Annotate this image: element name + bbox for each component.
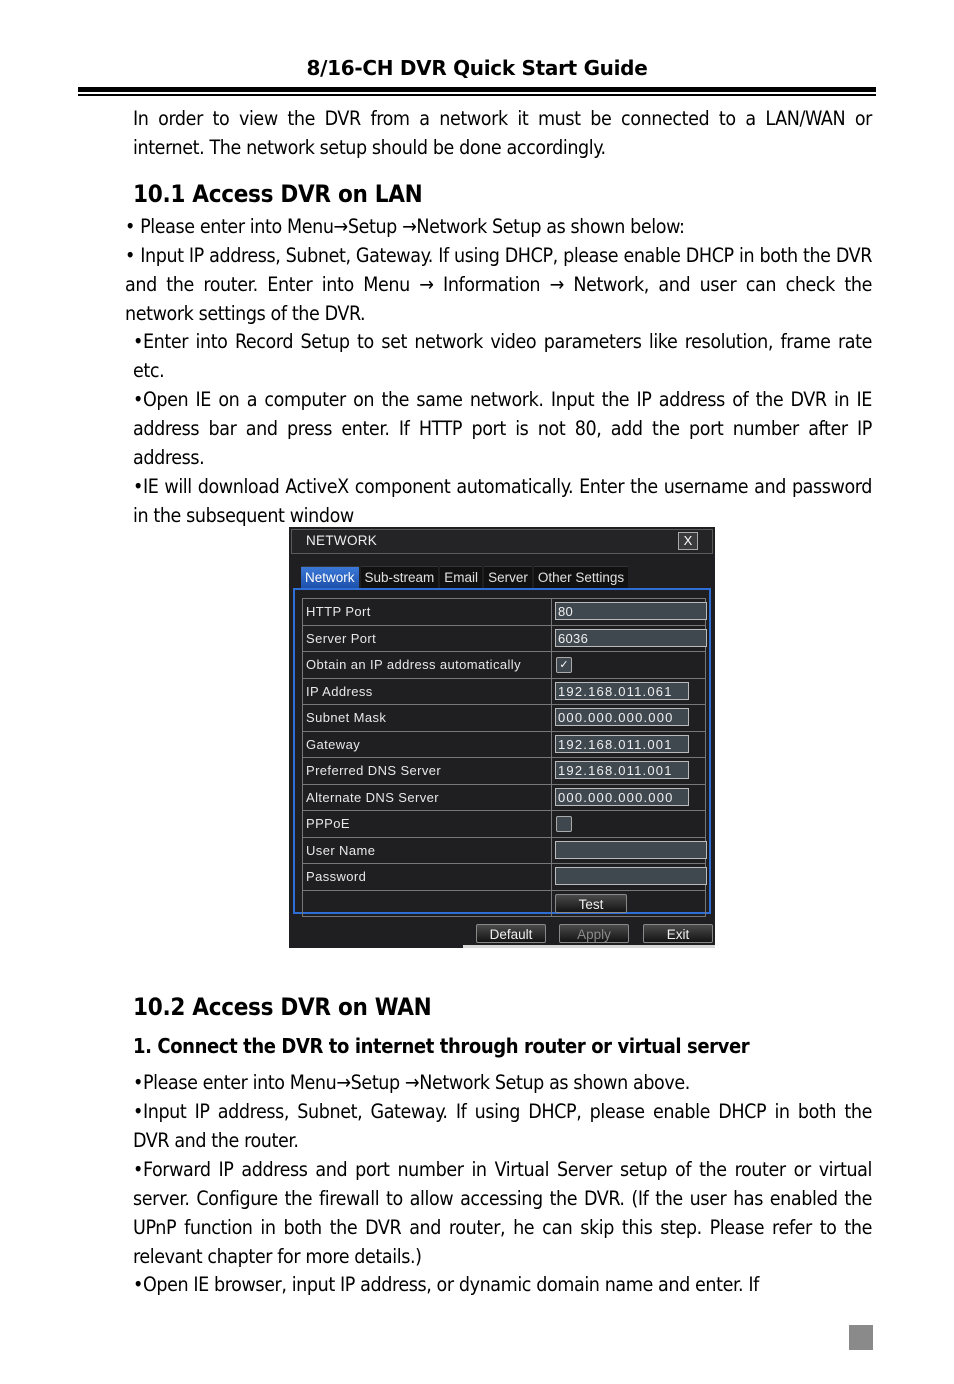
header-rule-thin bbox=[78, 94, 876, 96]
dialog-title: NETWORK bbox=[306, 533, 378, 548]
tab-network[interactable]: Network bbox=[301, 566, 359, 589]
row-ip-address: IP Address 192.168.011.061 bbox=[303, 678, 705, 705]
password-input[interactable] bbox=[555, 867, 707, 885]
network-settings-panel: HTTP Port 80 Server Port 6036 Obtain an … bbox=[293, 588, 711, 917]
wan-subheading: 1. Connect the DVR to internet through r… bbox=[133, 1034, 750, 1058]
page-marker bbox=[849, 1325, 873, 1350]
tab-sub-stream[interactable]: Sub-stream bbox=[360, 566, 439, 589]
gateway-input[interactable]: 192.168.011.001 bbox=[555, 734, 689, 753]
intro-paragraph: In order to view the DVR from a network … bbox=[133, 107, 872, 159]
server-port-input[interactable]: 6036 bbox=[555, 628, 707, 647]
row-http-port: HTTP Port 80 bbox=[303, 599, 707, 626]
tab-other-settings[interactable]: Other Settings bbox=[533, 566, 629, 589]
gateway-label: Gateway bbox=[303, 731, 552, 757]
ip-address-input[interactable]: 192.168.011.061 bbox=[555, 681, 689, 700]
row-pppoe: PPPoE bbox=[303, 811, 705, 838]
user-name-label: User Name bbox=[303, 837, 552, 863]
row-subnet-mask: Subnet Mask 000.000.000.000 bbox=[303, 705, 705, 732]
server-port-label: Server Port bbox=[303, 625, 552, 651]
default-button[interactable]: Default bbox=[476, 924, 546, 943]
row-alternate-dns: Alternate DNS Server 000.000.000.000 bbox=[303, 784, 705, 811]
wan-bullet-2: •Input IP address, Subnet, Gateway. If u… bbox=[133, 1100, 872, 1152]
exit-button[interactable]: Exit bbox=[643, 924, 713, 943]
subnet-mask-label: Subnet Mask bbox=[303, 705, 552, 731]
lan-bullet-3: •Enter into Record Setup to set network … bbox=[133, 330, 872, 382]
wan-bullet-3: •Forward IP address and port number in V… bbox=[133, 1158, 872, 1268]
row-gateway: Gateway 192.168.011.001 bbox=[303, 731, 705, 758]
subnet-mask-input[interactable]: 000.000.000.000 bbox=[555, 708, 689, 726]
wan-bullet-1: •Please enter into Menu→Setup →Network S… bbox=[133, 1071, 690, 1094]
header-rule bbox=[78, 87, 876, 92]
http-port-input[interactable]: 80 bbox=[555, 602, 707, 620]
preferred-dns-label: Preferred DNS Server bbox=[303, 758, 552, 784]
row-dhcp: Obtain an IP address automatically ✓ bbox=[303, 652, 705, 679]
test-button[interactable]: Test bbox=[555, 893, 627, 913]
dhcp-checkbox[interactable]: ✓ bbox=[556, 657, 572, 673]
wan-bullet-4: •Open IE browser, input IP address, or d… bbox=[133, 1273, 759, 1296]
pppoe-checkbox[interactable] bbox=[556, 816, 572, 832]
http-port-label: HTTP Port bbox=[303, 599, 552, 625]
row-user-name: User Name bbox=[303, 837, 707, 864]
dhcp-label: Obtain an IP address automatically bbox=[303, 652, 552, 678]
row-test: Test bbox=[303, 890, 705, 916]
password-label: Password bbox=[303, 864, 552, 890]
apply-button[interactable]: Apply bbox=[559, 924, 629, 943]
dialog-bottom-strip bbox=[463, 945, 715, 948]
row-preferred-dns: Preferred DNS Server 192.168.011.001 bbox=[303, 758, 705, 785]
row-server-port: Server Port 6036 bbox=[303, 625, 707, 652]
page-header: 8/16-CH DVR Quick Start Guide bbox=[306, 56, 648, 80]
section-heading-lan: 10.1 Access DVR on LAN bbox=[133, 180, 423, 208]
ip-address-label: IP Address bbox=[303, 678, 552, 704]
lan-bullet-2: • Input IP address, Subnet, Gateway. If … bbox=[125, 244, 872, 325]
lan-bullet-1: • Please enter into Menu→Setup →Network … bbox=[125, 215, 685, 238]
tab-bar: Network Sub-stream Email Server Other Se… bbox=[301, 566, 629, 589]
dialog-title-bar: NETWORK X bbox=[291, 529, 713, 554]
settings-grid: HTTP Port 80 Server Port 6036 Obtain an … bbox=[302, 598, 707, 917]
tab-server[interactable]: Server bbox=[484, 566, 532, 589]
pppoe-label: PPPoE bbox=[303, 811, 552, 837]
lan-bullet-4: •Open IE on a computer on the same netwo… bbox=[133, 388, 872, 469]
alternate-dns-input[interactable]: 000.000.000.000 bbox=[555, 787, 689, 806]
user-name-input[interactable] bbox=[555, 840, 707, 859]
tab-email[interactable]: Email bbox=[440, 566, 483, 589]
preferred-dns-input[interactable]: 192.168.011.001 bbox=[555, 761, 689, 779]
network-dialog: NETWORK X Network Sub-stream Email Serve… bbox=[289, 527, 715, 948]
row-password: Password bbox=[303, 864, 707, 891]
lan-bullet-5: •IE will download ActiveX component auto… bbox=[133, 475, 872, 527]
alternate-dns-label: Alternate DNS Server bbox=[303, 784, 552, 810]
section-heading-wan: 10.2 Access DVR on WAN bbox=[133, 993, 432, 1021]
close-icon[interactable]: X bbox=[678, 532, 698, 550]
